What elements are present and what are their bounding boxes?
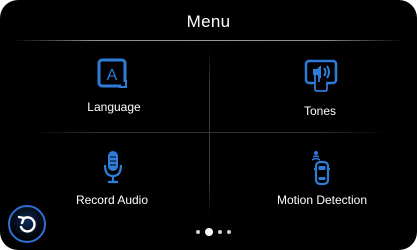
microphone-icon (102, 149, 124, 190)
back-arrow-icon (17, 215, 36, 233)
motion-detection-label: Motion Detection (276, 193, 368, 207)
language-icon: A (95, 56, 133, 97)
motion-detection-icon (310, 149, 334, 192)
language-label: Language (87, 100, 141, 114)
motion-detection-tile[interactable]: Motion Detection (222, 143, 417, 223)
menu-screen: Menu A Language Tones Record Audio Motio… (0, 0, 417, 250)
page-dot (227, 230, 231, 234)
tones-tile[interactable]: Tones (220, 52, 417, 132)
page-dot (218, 230, 222, 234)
record-audio-label: Record Audio (75, 193, 149, 207)
page-dot (196, 230, 200, 234)
grid-divider-horizontal (30, 132, 387, 133)
svg-text:A: A (107, 67, 118, 84)
tones-label: Tones (303, 104, 337, 118)
page-indicator (196, 227, 236, 237)
title-divider (12, 40, 405, 41)
title-bar: Menu (0, 0, 417, 44)
page-title: Menu (186, 12, 231, 31)
record-audio-tile[interactable]: Record Audio (12, 143, 212, 223)
page-dot-active (205, 228, 213, 236)
tones-icon (303, 58, 339, 97)
language-tile[interactable]: A Language (14, 52, 214, 132)
back-button[interactable] (8, 205, 46, 243)
